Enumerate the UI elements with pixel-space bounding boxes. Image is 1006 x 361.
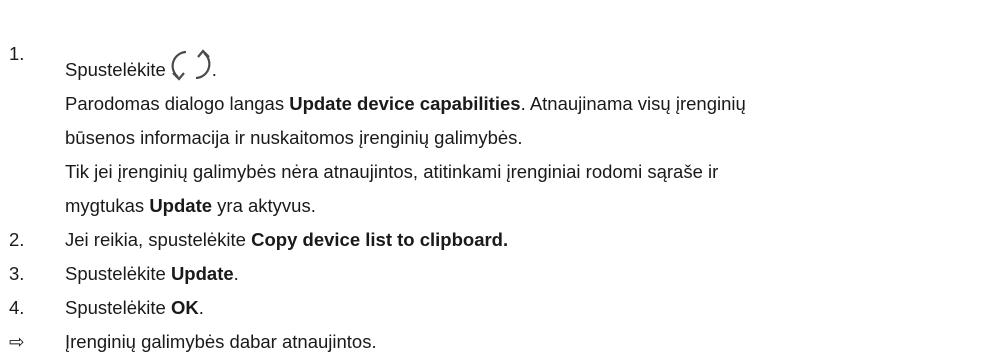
para-text-a: mygtukas [65, 195, 150, 216]
update-button-ref: Update [149, 195, 213, 216]
ok-button-ref: OK [170, 297, 199, 318]
dialog-name: Update device capabilities [289, 93, 521, 114]
step-suffix: . [211, 59, 217, 80]
para-text: Parodomas dialogo langas Update device c… [65, 93, 746, 115]
result-text: Įrenginių galimybės dabar atnaujintos. [65, 331, 377, 352]
step-text-a: Jei reikia, spustelėkite [65, 229, 252, 250]
para-text-c: yra aktyvus. [212, 195, 316, 216]
para-text-a: Parodomas dialogo langas [65, 93, 290, 114]
step-number: 2. [9, 229, 25, 250]
step-text-a: Spustelėkite [65, 297, 171, 318]
para-text-c: . Atnaujinama visų įrenginių [520, 93, 746, 114]
para-text: būsenos informacija ir nuskaitomos įreng… [65, 127, 523, 148]
para-text: Tik jei įrenginių galimybės nėra atnauji… [65, 161, 719, 182]
result-arrow-icon: ⇨ [9, 331, 25, 352]
step-number: 3. [9, 263, 25, 284]
step-text-c: . [233, 263, 239, 284]
refresh-icon [171, 49, 211, 81]
copy-device-list-ref: Copy device list to clipboard. [251, 229, 509, 250]
update-button-ref: Update [170, 263, 234, 284]
step-number: 4. [9, 297, 25, 318]
step-1: 1. Spustelėkite . [0, 24, 1006, 81]
step-text-a: Spustelėkite [65, 263, 171, 284]
step-text: Spustelėkite OK. [65, 297, 204, 319]
step-text: Spustelėkite Update. [65, 263, 239, 285]
para-text: mygtukas Update yra aktyvus. [65, 195, 316, 217]
step-text: Spustelėkite . [65, 43, 217, 81]
step-text-c: . [198, 297, 204, 318]
step-text: Jei reikia, spustelėkite Copy device lis… [65, 229, 508, 251]
step-number: 1. [9, 43, 25, 64]
instruction-list: 1. Spustelėkite . Parodomas dialogo lang… [0, 0, 1006, 361]
step-label: Spustelėkite [65, 59, 166, 80]
